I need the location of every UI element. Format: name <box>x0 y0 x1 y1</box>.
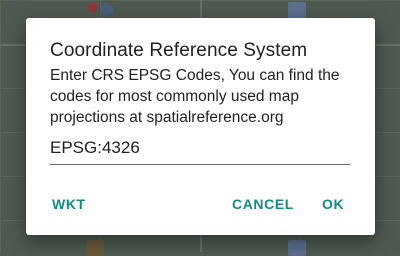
folder-icon <box>86 240 104 256</box>
wkt-button[interactable]: WKT <box>52 192 86 216</box>
dialog-title: Coordinate Reference System <box>50 40 308 61</box>
crs-dialog: Coordinate Reference System Enter CRS EP… <box>26 18 375 235</box>
map-pin-icon <box>85 0 101 15</box>
epsg-code-input[interactable] <box>50 138 350 158</box>
document-icon <box>288 240 306 256</box>
epsg-input-wrapper <box>50 136 350 165</box>
document-icon <box>288 2 306 18</box>
dialog-message: Enter CRS EPSG Codes, You can find the c… <box>50 67 340 126</box>
cancel-button[interactable]: CANCEL <box>232 192 294 216</box>
ok-button[interactable]: OK <box>322 192 344 216</box>
layers-icon <box>100 4 114 16</box>
